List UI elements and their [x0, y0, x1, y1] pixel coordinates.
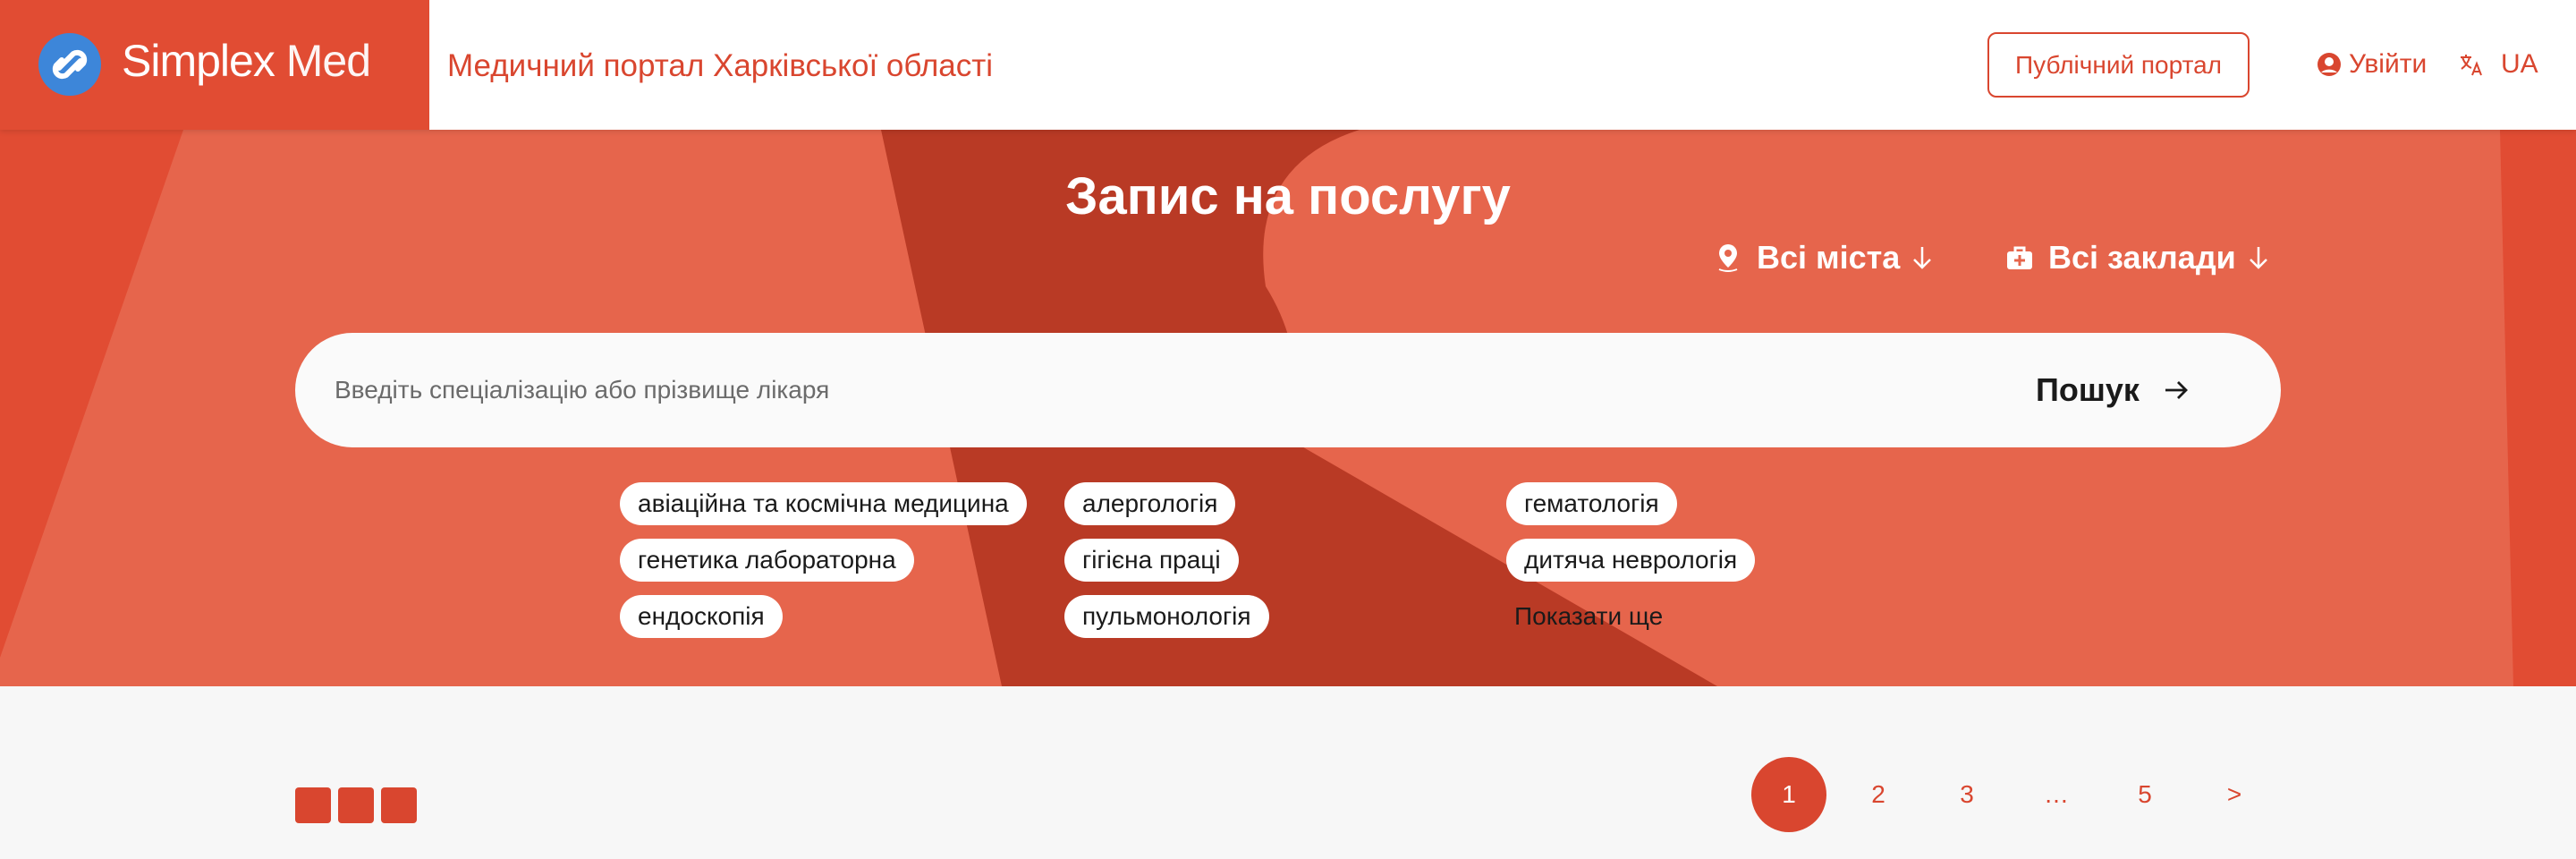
hero-title: Запис на послугу — [1065, 167, 1511, 225]
page-1-button[interactable]: 1 — [1751, 757, 1826, 832]
institution-filter-label: Всі заклади — [2048, 239, 2236, 276]
language-label: UA — [2501, 49, 2538, 79]
public-portal-label: Публічний портал — [2015, 50, 2222, 79]
logo-text-med: Med — [285, 36, 371, 86]
specialty-chip-label: алергологія — [1082, 489, 1218, 517]
medical-bag-icon — [2002, 240, 2038, 276]
specialty-chip[interactable]: ендоскопія — [620, 595, 783, 638]
portal-title: Медичний портал Харківської області — [447, 48, 994, 83]
specialty-chip[interactable]: дитяча неврологія — [1506, 539, 1756, 582]
city-filter-label: Всі міста — [1757, 239, 1901, 276]
logo[interactable]: Simplex Med — [0, 0, 429, 130]
page-ellipsis: … — [2044, 780, 2069, 808]
specialty-chip-label: генетика лабораторна — [638, 546, 896, 574]
arrow-down-icon — [1913, 247, 1932, 269]
specialty-chip[interactable]: генетика лабораторна — [620, 539, 914, 582]
location-pin-icon — [1710, 240, 1746, 276]
placeholder-square — [338, 787, 374, 823]
login-button[interactable]: Увійти — [2317, 47, 2427, 82]
arrow-right-icon — [2165, 381, 2188, 399]
login-label: Увійти — [2349, 49, 2428, 79]
hero-section: Запис на послугу Всі міста Всі заклади В… — [0, 130, 2576, 686]
search-button-label: Пошук — [2036, 371, 2140, 408]
specialty-chip[interactable]: гематологія — [1506, 482, 1677, 525]
search-button[interactable]: Пошук — [2036, 367, 2190, 413]
specialty-chip-label: ендоскопія — [638, 602, 765, 630]
language-switcher[interactable]: UA — [2458, 47, 2538, 82]
loading-placeholder — [295, 787, 417, 823]
translate-icon — [2461, 55, 2482, 76]
page-3-button[interactable]: 3 — [1929, 757, 2004, 832]
specialty-chip[interactable]: гігієна праці — [1064, 539, 1239, 582]
page-5-button[interactable]: 5 — [2107, 757, 2182, 832]
page-2-button[interactable]: 2 — [1841, 757, 1916, 832]
specialty-chip-label: дитяча неврологія — [1524, 546, 1738, 574]
logo-wordmark: Simplex Med — [122, 34, 371, 88]
public-portal-button[interactable]: Публічний портал — [1987, 32, 2250, 98]
specialty-chip[interactable]: алергологія — [1064, 482, 1236, 525]
user-circle-icon — [2318, 53, 2341, 76]
show-more-link[interactable]: Показати ще — [1514, 595, 1663, 638]
search-input[interactable] — [335, 363, 1855, 417]
simplexmed-logo-icon — [38, 33, 101, 96]
specialty-chip[interactable]: авіаційна та космічна медицина — [620, 482, 1027, 525]
specialty-chip-label: авіаційна та космічна медицина — [638, 489, 1009, 517]
next-page-button[interactable]: > — [2197, 757, 2272, 832]
specialty-chip-label: гематологія — [1524, 489, 1659, 517]
specialty-chip[interactable]: пульмонологія — [1064, 595, 1269, 638]
arrow-down-icon — [2249, 247, 2267, 269]
logo-text-simplex: Simplex — [122, 36, 275, 86]
search-bar: Пошук — [295, 333, 2281, 447]
placeholder-square — [381, 787, 417, 823]
specialty-chip-label: гігієна праці — [1082, 546, 1221, 574]
specialty-chip-label: пульмонологія — [1082, 602, 1251, 630]
city-filter-dropdown[interactable]: Всі міста — [1710, 237, 1934, 278]
placeholder-square — [295, 787, 331, 823]
top-header: Simplex Med Медичний портал Харківської … — [0, 0, 2576, 130]
institution-filter-dropdown[interactable]: Всі заклади — [2002, 237, 2270, 278]
